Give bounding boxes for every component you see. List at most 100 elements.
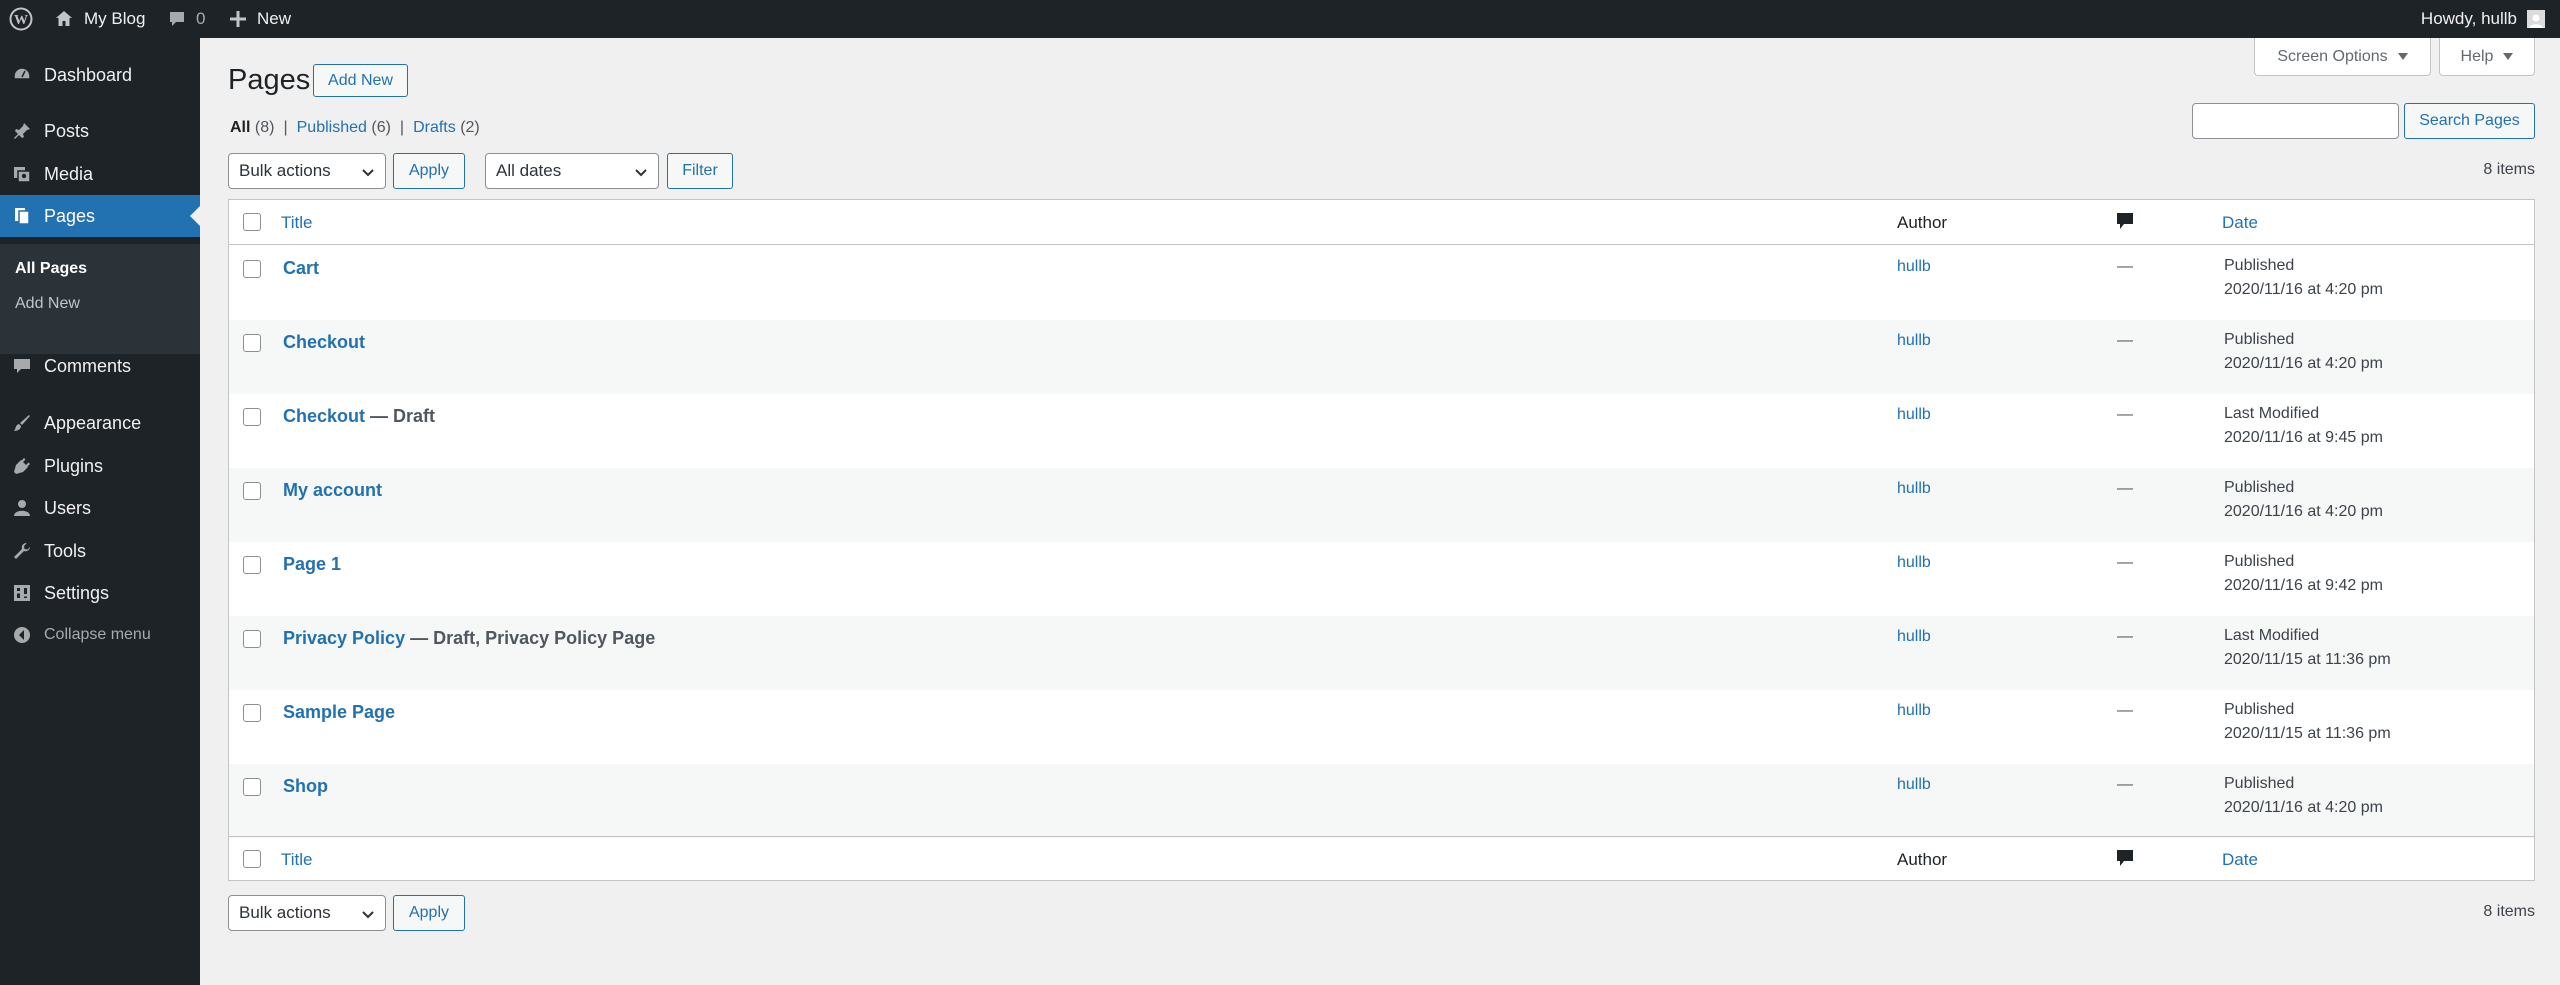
row-comments: — — [2117, 554, 2133, 571]
help-button[interactable]: Help — [2439, 38, 2535, 76]
comments-column-icon[interactable] — [2116, 849, 2134, 874]
select-all-checkbox[interactable] — [243, 213, 261, 231]
pages-icon — [0, 206, 44, 226]
collapse-menu-button[interactable]: Collapse menu — [0, 614, 200, 656]
search-pages-button[interactable]: Search Pages — [2404, 103, 2535, 139]
comments-count: 0 — [196, 9, 206, 28]
row-title-text: Checkout — [283, 406, 366, 426]
search-input[interactable] — [2192, 103, 2399, 139]
filter-published[interactable]: Published (6) — [297, 119, 391, 137]
comments-link[interactable]: 0 — [168, 0, 205, 38]
site-name-link[interactable]: My Blog — [54, 0, 145, 38]
row-author[interactable]: hullb — [1897, 776, 1931, 794]
menu-users[interactable]: Users — [0, 487, 200, 529]
table-row: Shop hullb — Published 2020/11/16 at 4:2… — [229, 764, 2534, 838]
row-author[interactable]: hullb — [1897, 702, 1931, 720]
comment-icon — [0, 356, 44, 376]
row-title[interactable]: Checkout — Draft — [283, 406, 435, 427]
column-title-header[interactable]: Title — [281, 213, 313, 233]
row-title[interactable]: Page 1 — [283, 554, 341, 575]
row-date: 2020/11/16 at 4:20 pm — [2224, 503, 2383, 520]
row-checkbox[interactable] — [243, 334, 261, 352]
separator: | — [283, 119, 288, 136]
menu-tools[interactable]: Tools — [0, 530, 200, 572]
bulk-actions-value: Bulk actions — [239, 161, 331, 180]
menu-comments[interactable]: Comments — [0, 345, 200, 387]
menu-label: Media — [44, 163, 94, 184]
row-author[interactable]: hullb — [1897, 480, 1931, 498]
menu-label: Pages — [44, 205, 96, 226]
column-date-header[interactable]: Date — [2222, 213, 2258, 233]
row-author[interactable]: hullb — [1897, 332, 1931, 350]
row-title[interactable]: My account — [283, 480, 382, 501]
row-comments: — — [2117, 258, 2133, 275]
row-author[interactable]: hullb — [1897, 554, 1931, 572]
chevron-down-icon — [361, 906, 375, 926]
row-checkbox[interactable] — [243, 630, 261, 648]
row-status: Published — [2224, 479, 2295, 496]
filter-button[interactable]: Filter — [667, 153, 733, 189]
row-author[interactable]: hullb — [1897, 406, 1931, 424]
menu-media[interactable]: Media — [0, 153, 200, 195]
menu-pages[interactable]: Pages — [0, 195, 200, 237]
row-checkbox[interactable] — [243, 556, 261, 574]
row-title-text: Shop — [283, 776, 328, 796]
row-status: Published — [2224, 331, 2295, 348]
apply-button-bottom[interactable]: Apply — [393, 895, 465, 931]
brush-icon — [0, 413, 44, 433]
filter-published-count: (6) — [371, 119, 391, 136]
filter-drafts[interactable]: Drafts (2) — [413, 119, 480, 137]
menu-dashboard[interactable]: Dashboard — [0, 54, 200, 96]
row-checkbox[interactable] — [243, 260, 261, 278]
submenu-all-pages[interactable]: All Pages — [15, 260, 87, 278]
row-checkbox[interactable] — [243, 778, 261, 796]
menu-label: Dashboard — [44, 64, 133, 85]
dashboard-icon — [0, 65, 44, 85]
menu-posts[interactable]: Posts — [0, 110, 200, 152]
row-title[interactable]: Privacy Policy — Draft, Privacy Policy P… — [283, 628, 655, 649]
row-title[interactable]: Checkout — [283, 332, 365, 353]
screen-options-button[interactable]: Screen Options — [2254, 38, 2431, 76]
howdy-text: Howdy, hullb — [2420, 9, 2517, 28]
row-date: 2020/11/16 at 9:42 pm — [2224, 577, 2383, 594]
row-comments: — — [2117, 480, 2133, 497]
row-title-text: My account — [283, 480, 383, 500]
apply-button[interactable]: Apply — [393, 153, 465, 189]
add-new-page-button[interactable]: Add New — [313, 64, 408, 97]
menu-plugins[interactable]: Plugins — [0, 445, 200, 487]
row-checkbox[interactable] — [243, 704, 261, 722]
page-title: Pages — [228, 64, 311, 96]
select-all-checkbox[interactable] — [243, 850, 261, 868]
table-row: Sample Page hullb — Published 2020/11/15… — [229, 690, 2534, 764]
wordpress-logo-icon[interactable]: W — [9, 0, 33, 38]
user-icon — [0, 498, 44, 518]
row-checkbox[interactable] — [243, 482, 261, 500]
comments-column-icon[interactable] — [2116, 212, 2134, 237]
row-post-state: — Draft — [365, 406, 436, 426]
screen-options-label: Screen Options — [2277, 47, 2388, 65]
date-filter-select[interactable]: All dates — [485, 153, 659, 189]
column-title-footer[interactable]: Title — [281, 850, 313, 870]
filter-all[interactable]: All (8) — [230, 119, 274, 137]
bulk-actions-select[interactable]: Bulk actions — [228, 153, 386, 189]
row-comments: — — [2117, 776, 2133, 793]
new-content-link[interactable]: New — [229, 0, 291, 38]
my-account-link[interactable]: Howdy, hullb — [2421, 0, 2545, 38]
media-icon — [0, 164, 44, 184]
submenu-add-new[interactable]: Add New — [15, 295, 80, 313]
menu-appearance[interactable]: Appearance — [0, 402, 200, 444]
row-title[interactable]: Cart — [283, 258, 319, 279]
menu-settings[interactable]: Settings — [0, 572, 200, 614]
row-title[interactable]: Shop — [283, 776, 328, 797]
bulk-actions-select-bottom[interactable]: Bulk actions — [228, 895, 386, 931]
column-date-footer[interactable]: Date — [2222, 850, 2258, 870]
row-title[interactable]: Sample Page — [283, 702, 395, 723]
column-author-footer: Author — [1897, 850, 1948, 869]
row-date: 2020/11/15 at 11:36 pm — [2224, 725, 2391, 742]
menu-label: Settings — [44, 582, 110, 603]
row-author[interactable]: hullb — [1897, 258, 1931, 276]
row-checkbox[interactable] — [243, 408, 261, 426]
comment-icon — [168, 10, 186, 28]
row-author[interactable]: hullb — [1897, 628, 1931, 646]
plus-icon — [229, 10, 247, 28]
